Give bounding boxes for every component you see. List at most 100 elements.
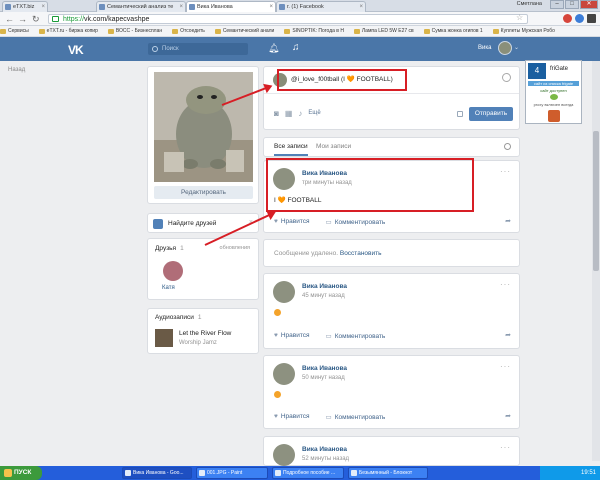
highlight-box-post bbox=[266, 158, 474, 212]
share-icon[interactable]: ➦ bbox=[505, 217, 511, 225]
forward-arrow-icon[interactable]: → bbox=[18, 14, 27, 24]
search-icon[interactable] bbox=[504, 143, 511, 150]
chevron-down-icon[interactable]: ⌄ bbox=[514, 44, 519, 51]
post-menu-icon[interactable]: ··· bbox=[500, 362, 511, 371]
post-author-name[interactable]: Вика Иванова bbox=[302, 283, 347, 290]
browser-tab-active[interactable]: Вика Иванова × bbox=[186, 1, 276, 12]
extension-icon[interactable] bbox=[563, 14, 572, 23]
reload-icon[interactable]: ↻ bbox=[32, 14, 40, 24]
friend-name[interactable]: Катя bbox=[162, 285, 175, 291]
tab-close-icon[interactable]: × bbox=[269, 2, 273, 12]
video-icon[interactable]: ▦ bbox=[285, 109, 293, 118]
post-timestamp[interactable]: 52 минуты назад bbox=[302, 456, 349, 462]
bookmark-item[interactable]: Семантический анали bbox=[214, 26, 274, 36]
track-artist[interactable]: Worship Jamz bbox=[179, 340, 217, 346]
vk-logo[interactable]: VK bbox=[68, 43, 84, 57]
bookmark-item[interactable]: ВОСС - Бизнесплан bbox=[107, 26, 162, 36]
heart-icon: ♥ bbox=[274, 218, 278, 225]
friend-avatar[interactable] bbox=[163, 261, 183, 281]
browser-profile-name[interactable]: Сметлана bbox=[517, 1, 542, 7]
search-input[interactable]: Поиск bbox=[148, 43, 248, 55]
header-user-name[interactable]: Вика bbox=[478, 45, 491, 51]
post-author-name[interactable]: Вика Иванова bbox=[302, 446, 347, 453]
taskbar-item[interactable]: Вика Иванова - Goo... bbox=[122, 467, 192, 479]
taskbar-item[interactable]: Подробное пособие ... bbox=[272, 467, 344, 479]
restore-link[interactable]: Восстановить bbox=[340, 250, 382, 257]
post-menu-icon[interactable]: ··· bbox=[500, 280, 511, 289]
post-timestamp[interactable]: 50 минут назад bbox=[302, 375, 345, 381]
find-friends-card[interactable]: Найдите друзей × bbox=[147, 213, 259, 233]
browser-tab[interactable]: г. (1) Facebook × bbox=[276, 1, 366, 12]
like-button[interactable]: ♥ Нравится bbox=[274, 332, 310, 340]
more-attach-button[interactable]: Ещё bbox=[308, 109, 320, 118]
post-author-avatar[interactable] bbox=[273, 444, 295, 466]
post-author-name[interactable]: Вика Иванова bbox=[302, 365, 347, 372]
tab-all-posts[interactable]: Все записи bbox=[274, 143, 308, 156]
bookmark-item[interactable]: eTXT.ru - биржа копир bbox=[38, 26, 98, 36]
bookmark-item[interactable]: Куплеты Мужская Робо bbox=[492, 26, 555, 36]
frigate-shield-icon[interactable] bbox=[548, 110, 560, 122]
tab-favicon-icon bbox=[279, 4, 285, 10]
post-menu-icon[interactable]: ··· bbox=[500, 167, 511, 176]
share-icon[interactable]: ➦ bbox=[505, 331, 511, 339]
windows-flag-icon bbox=[4, 469, 12, 477]
heart-emoji-icon bbox=[274, 391, 281, 398]
tab-close-icon[interactable]: × bbox=[359, 2, 363, 12]
privacy-lock-icon[interactable] bbox=[457, 111, 463, 117]
frigate-widget[interactable]: 4 friGate сайт из списка frigate сайт до… bbox=[525, 60, 582, 124]
music-icon[interactable]: ♪ bbox=[298, 109, 302, 118]
bookmark-item[interactable]: Отсоедить bbox=[172, 26, 205, 36]
taskbar-item-label: Вика Иванова - Goo... bbox=[133, 470, 184, 476]
comment-button[interactable]: ▭ Комментировать bbox=[326, 218, 386, 226]
bookmark-item[interactable]: SINOPTIK: Погода в Н bbox=[284, 26, 344, 36]
edit-profile-button[interactable]: Редактировать bbox=[154, 186, 253, 199]
back-link[interactable]: Назад bbox=[8, 67, 25, 73]
tab-label: eTXT.biz bbox=[13, 4, 35, 10]
friends-updates-link[interactable]: обновления bbox=[220, 245, 250, 251]
like-button[interactable]: ♥ Нравится bbox=[274, 218, 310, 226]
maximize-button[interactable]: □ bbox=[565, 0, 579, 9]
like-button[interactable]: ♥ Нравится bbox=[274, 413, 310, 421]
camera-icon[interactable]: ◙ bbox=[274, 109, 279, 118]
taskbar-item[interactable]: 001.JPG - Paint bbox=[196, 467, 268, 479]
post-author-avatar[interactable] bbox=[273, 281, 295, 303]
audio-cover[interactable] bbox=[155, 329, 173, 347]
comment-button[interactable]: ▭ Комментировать bbox=[326, 413, 386, 421]
send-button[interactable]: Отправить bbox=[469, 107, 513, 121]
clock[interactable]: 19:51 bbox=[581, 470, 596, 476]
page-scrollbar[interactable] bbox=[592, 61, 600, 461]
bookmark-item[interactable]: Лампа LED 5W E27 св bbox=[353, 26, 414, 36]
emoji-icon[interactable] bbox=[502, 73, 511, 82]
bookmark-item[interactable]: Сумка жонка огипов 1 bbox=[423, 26, 483, 36]
frigate-toggle-icon[interactable] bbox=[550, 94, 558, 100]
notifications-bell-icon[interactable]: 🔔︎ bbox=[268, 43, 279, 54]
back-arrow-icon[interactable]: ← bbox=[5, 14, 14, 24]
track-title[interactable]: Let the River Flow bbox=[179, 330, 231, 337]
post-author-avatar[interactable] bbox=[273, 363, 295, 385]
browser-tab[interactable]: eTXT.biz × bbox=[2, 1, 48, 12]
minimize-button[interactable]: – bbox=[550, 0, 564, 9]
bookmark-item[interactable]: Сервисы bbox=[0, 26, 29, 36]
comment-button[interactable]: ▭ Комментировать bbox=[326, 332, 386, 340]
tab-close-icon[interactable]: × bbox=[41, 2, 45, 12]
friends-header[interactable]: Друзья 1 bbox=[155, 245, 184, 252]
music-note-icon[interactable]: ♫ bbox=[292, 42, 300, 53]
menu-icon[interactable] bbox=[587, 14, 596, 23]
post-timestamp[interactable]: 45 минут назад bbox=[302, 293, 345, 299]
start-button[interactable]: ПУСК bbox=[0, 466, 42, 480]
url-input[interactable]: https://vk.com/kapecvashpe bbox=[48, 14, 528, 24]
audio-header[interactable]: Аудиозаписи 1 bbox=[155, 314, 202, 321]
extension-icon[interactable] bbox=[575, 14, 584, 23]
scrollbar-thumb[interactable] bbox=[593, 131, 599, 271]
tab-my-posts[interactable]: Мои записи bbox=[316, 143, 351, 150]
browser-tab[interactable]: Семантический анализ те × bbox=[96, 1, 186, 12]
header-avatar[interactable] bbox=[498, 41, 512, 55]
taskbar-item[interactable]: Безымянный - Блокнот bbox=[348, 467, 428, 479]
post-menu-icon[interactable]: ··· bbox=[500, 443, 511, 452]
close-button[interactable]: ✕ bbox=[580, 0, 598, 9]
profile-photo[interactable] bbox=[154, 72, 253, 182]
bookmark-star-icon[interactable]: ☆ bbox=[516, 13, 523, 22]
share-icon[interactable]: ➦ bbox=[505, 412, 511, 420]
tab-close-icon[interactable]: × bbox=[179, 2, 183, 12]
search-placeholder: Поиск bbox=[162, 46, 179, 52]
